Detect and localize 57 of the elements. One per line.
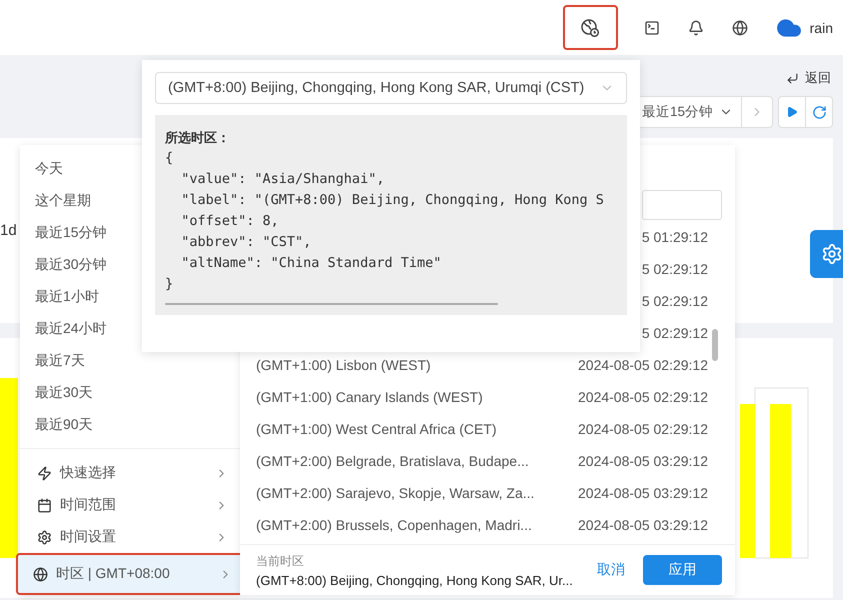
timezone-time: 2024-08-05 03:29:12 xyxy=(577,453,708,469)
scrollbar-thumb[interactable] xyxy=(712,329,718,361)
code-line: "offset": 8, xyxy=(180,212,279,231)
cancel-link[interactable]: 取消 xyxy=(597,561,625,579)
timezone-name[interactable]: (GMT+1:00) Lisbon (WEST) xyxy=(256,357,562,373)
timezone-name[interactable]: (GMT+1:00) West Central Africa (CET) xyxy=(256,421,562,437)
menu-item[interactable]: 快速选择 xyxy=(20,457,240,489)
return-icon xyxy=(786,72,799,84)
globe-clock-icon xyxy=(580,18,600,38)
play-button[interactable] xyxy=(778,96,806,128)
code-line: } xyxy=(165,275,174,294)
settings-icon xyxy=(821,243,843,265)
timezone-name[interactable]: (GMT+2:00) Belgrade, Bratislava, Budape... xyxy=(256,453,562,469)
preset-item[interactable]: 最近30天 xyxy=(20,376,240,408)
timezone-time: 2024-08-05 03:29:12 xyxy=(577,485,708,501)
user-name: rain xyxy=(810,20,833,36)
settings-icon xyxy=(37,530,52,544)
calendar-icon xyxy=(37,498,52,512)
header-icon-button[interactable] xyxy=(562,5,618,50)
current-timezone: (GMT+8:00) Beijing, Chongqing, Hong Kong SAR, Ur... xyxy=(256,572,574,588)
timezone-name[interactable]: (GMT+2:00) Sarajevo, Skopje, Warsaw, Za... xyxy=(256,485,562,501)
timezone-time: 5 02:29:12 xyxy=(640,325,708,341)
timezone-time: 2024-08-05 02:29:12 xyxy=(577,421,708,437)
code-line: "value": "Asia/Shanghai", xyxy=(180,170,384,189)
timezone-time: 5 02:29:12 xyxy=(640,261,708,277)
play-icon xyxy=(786,106,798,118)
timezone-time: 5 01:29:12 xyxy=(640,229,708,245)
search-field[interactable] xyxy=(642,190,722,220)
lightning-icon xyxy=(37,466,52,480)
code-line: { xyxy=(165,149,174,168)
back-link[interactable]: 返回 xyxy=(786,69,831,87)
preset-item[interactable]: 最近90天 xyxy=(20,408,240,440)
refresh-button[interactable] xyxy=(805,96,833,128)
globe-icon xyxy=(732,20,748,36)
code-line: "altName": "China Standard Time" xyxy=(180,254,442,273)
preset-item[interactable]: 最近7天 xyxy=(20,344,240,376)
settings-button[interactable] xyxy=(810,230,843,278)
refresh-icon xyxy=(812,104,826,120)
timezone-time: 5 02:29:12 xyxy=(640,293,708,309)
terminal-icon xyxy=(644,20,660,36)
timezone-name[interactable]: (GMT+1:00) Canary Islands (WEST) xyxy=(256,389,562,405)
code-title: 所选时区： xyxy=(165,129,231,147)
scrollbar-thumb[interactable] xyxy=(165,303,498,305)
timezone-time: 2024-08-05 03:29:12 xyxy=(577,517,708,533)
globe-icon xyxy=(33,566,48,582)
card-label: 1d xyxy=(0,222,17,239)
timezone-name[interactable]: (GMT+2:00) Brussels, Copenhagen, Madri... xyxy=(256,517,562,533)
code-line: "abbrev": "CST", xyxy=(180,233,312,252)
menu-item[interactable]: 时间范围 xyxy=(20,489,240,521)
apply-button[interactable]: 应用 xyxy=(643,555,722,585)
menu-item[interactable]: 时间设置 xyxy=(20,521,240,553)
timezone-select[interactable]: (GMT+8:00) Beijing, Chongqing, Hong Kong SAR, Urumqi (CST) xyxy=(155,72,627,104)
bell-icon xyxy=(688,20,704,36)
code-line: "label": "(GMT+8:00) Beijing, Chongqing, Hong Kong S xyxy=(180,191,604,210)
current-caption: 当前时区 xyxy=(256,552,305,570)
timezone-time: 2024-08-05 02:29:12 xyxy=(577,357,708,373)
timezone-time: 2024-08-05 02:29:12 xyxy=(577,389,708,405)
